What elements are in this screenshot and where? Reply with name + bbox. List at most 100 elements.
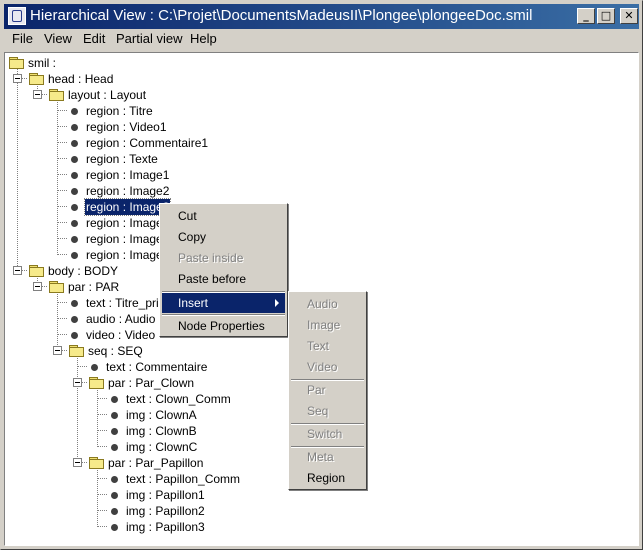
leaf-bullet-icon xyxy=(111,396,118,403)
node-properties-menu-item[interactable]: Node Properties xyxy=(162,316,285,336)
collapse-toggle[interactable] xyxy=(33,90,42,99)
tree-node-par[interactable]: par : PAR xyxy=(29,279,139,295)
tree-node-layout[interactable]: layout : Layout xyxy=(29,87,159,103)
insert-meta-menu-item[interactable]: Meta xyxy=(291,447,364,467)
tree-node-region[interactable]: region : Video1 xyxy=(69,119,199,135)
leaf-bullet-icon xyxy=(111,476,118,483)
tree-node-head[interactable]: head : Head xyxy=(9,71,129,87)
menu-help[interactable]: Help xyxy=(187,31,220,47)
tree-node-region[interactable]: region : Image1 xyxy=(69,167,199,183)
app-window: Hierarchical View : C:\Projet\DocumentsM… xyxy=(0,0,643,550)
tree-node-text[interactable]: text : Commentaire xyxy=(89,359,229,375)
tree-connector xyxy=(57,238,67,239)
tree-connector xyxy=(97,398,107,399)
insert-audio-menu-item[interactable]: Audio xyxy=(291,294,364,314)
folder-open-icon xyxy=(69,344,85,358)
insert-image-menu-item[interactable]: Image xyxy=(291,315,364,335)
tree-connector xyxy=(57,222,67,223)
close-button[interactable]: ✕ xyxy=(620,8,638,24)
tree-node-smil[interactable]: smil : xyxy=(9,55,99,71)
tree-connector xyxy=(57,318,67,319)
tree-node-text[interactable]: text : Clown_Comm xyxy=(109,391,249,407)
leaf-bullet-icon xyxy=(111,428,118,435)
tree-connector xyxy=(97,526,107,527)
leaf-bullet-icon xyxy=(71,140,78,147)
leaf-bullet-icon xyxy=(71,124,78,131)
collapse-toggle[interactable] xyxy=(53,346,62,355)
insert-menu-item[interactable]: Insert xyxy=(162,293,285,313)
tree-connector xyxy=(17,68,18,270)
paste-before-menu-item[interactable]: Paste before xyxy=(162,269,285,289)
folder-open-icon xyxy=(9,56,25,70)
leaf-bullet-icon xyxy=(71,108,78,115)
tree-node-img[interactable]: img : Papillon1 xyxy=(109,487,229,503)
minimize-button[interactable]: _ xyxy=(577,8,595,24)
tree-node-body[interactable]: body : BODY xyxy=(9,263,129,279)
leaf-bullet-icon xyxy=(71,204,78,211)
cut-menu-item[interactable]: Cut xyxy=(162,206,285,226)
leaf-bullet-icon xyxy=(111,492,118,499)
tree-connector xyxy=(97,478,107,479)
tree-node-img[interactable]: img : ClownC xyxy=(109,439,229,455)
insert-switch-menu-item[interactable]: Switch xyxy=(291,424,364,444)
folder-open-icon xyxy=(49,88,65,102)
tree-connector xyxy=(57,206,67,207)
tree-connector xyxy=(57,190,67,191)
window-title: Hierarchical View : C:\Projet\DocumentsM… xyxy=(30,7,533,24)
insert-text-menu-item[interactable]: Text xyxy=(291,336,364,356)
insert-menu-label: Insert xyxy=(178,296,209,310)
menu-file[interactable]: File xyxy=(9,31,36,47)
menu-edit[interactable]: Edit xyxy=(80,31,108,47)
tree-node-par[interactable]: par : Par_Clown xyxy=(69,375,209,391)
menu-view[interactable]: View xyxy=(41,31,75,47)
tree-node-region[interactable]: region : Image2 xyxy=(69,183,199,199)
leaf-bullet-icon xyxy=(71,316,78,323)
tree-connector xyxy=(57,126,67,127)
tree-connector xyxy=(97,414,107,415)
collapse-toggle[interactable] xyxy=(73,458,82,467)
insert-region-menu-item[interactable]: Region xyxy=(291,468,364,488)
tree-connector xyxy=(57,334,67,335)
collapse-toggle[interactable] xyxy=(33,282,42,291)
insert-seq-menu-item[interactable]: Seq xyxy=(291,401,364,421)
tree-connector xyxy=(57,102,58,255)
collapse-toggle[interactable] xyxy=(73,378,82,387)
app-icon[interactable] xyxy=(8,7,26,25)
insert-par-menu-item[interactable]: Par xyxy=(291,380,364,400)
collapse-toggle[interactable] xyxy=(13,266,22,275)
folder-open-icon xyxy=(89,456,105,470)
tree-node-region[interactable]: region : Commentaire1 xyxy=(69,135,229,151)
insert-video-menu-item[interactable]: Video xyxy=(291,357,364,377)
leaf-bullet-icon xyxy=(91,364,98,371)
tree-connector xyxy=(77,366,87,367)
tree-node-img[interactable]: img : ClownB xyxy=(109,423,229,439)
tree-connector xyxy=(97,430,107,431)
tree-node-img[interactable]: img : ClownA xyxy=(109,407,229,423)
leaf-bullet-icon xyxy=(71,236,78,243)
leaf-bullet-icon xyxy=(71,252,78,259)
tree-connector xyxy=(57,174,67,175)
paste-inside-menu-item[interactable]: Paste inside xyxy=(162,248,285,268)
tree-node-region[interactable]: region : Titre xyxy=(69,103,199,119)
folder-open-icon xyxy=(29,264,45,278)
leaf-bullet-icon xyxy=(111,444,118,451)
menu-bar: File View Edit Partial view Help xyxy=(4,29,639,49)
tree-node-seq[interactable]: seq : SEQ xyxy=(49,343,159,359)
tree-connector xyxy=(57,158,67,159)
insert-submenu: Audio Image Text Video Par Seq Switch Me… xyxy=(288,291,367,490)
tree-node-img[interactable]: img : Papillon3 xyxy=(109,519,229,535)
tree-node-par[interactable]: par : Par_Papillon xyxy=(69,455,219,471)
tree-connector xyxy=(57,254,67,255)
tree-node-text[interactable]: text : Papillon_Comm xyxy=(109,471,259,487)
maximize-button[interactable]: □ xyxy=(597,8,615,24)
leaf-bullet-icon xyxy=(71,188,78,195)
leaf-bullet-icon xyxy=(71,172,78,179)
tree-connector xyxy=(97,494,107,495)
copy-menu-item[interactable]: Copy xyxy=(162,227,285,247)
menu-partial-view[interactable]: Partial view xyxy=(113,31,185,47)
collapse-toggle[interactable] xyxy=(13,74,22,83)
title-bar[interactable]: Hierarchical View : C:\Projet\DocumentsM… xyxy=(4,4,639,29)
tree-node-region[interactable]: region : Texte xyxy=(69,151,199,167)
tree-node-img[interactable]: img : Papillon2 xyxy=(109,503,229,519)
leaf-bullet-icon xyxy=(111,524,118,531)
